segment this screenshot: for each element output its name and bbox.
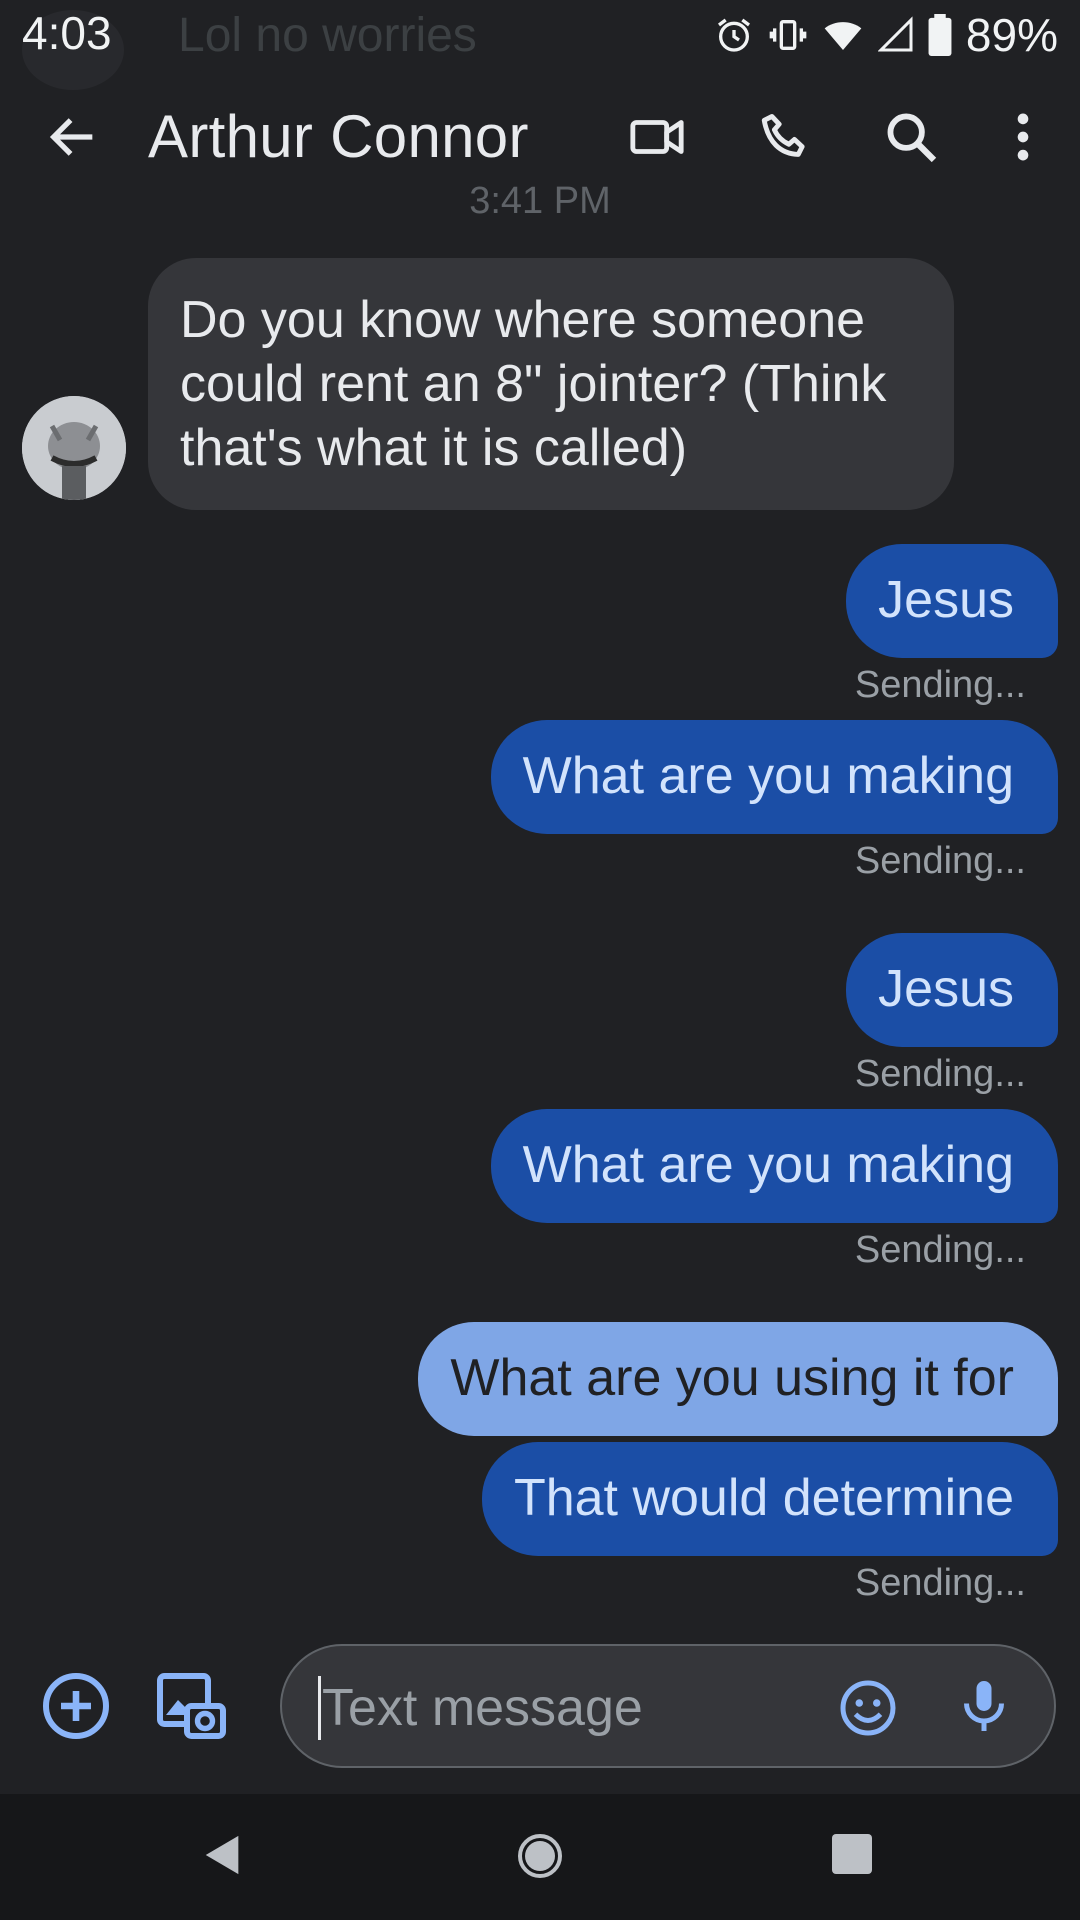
back-arrow-icon[interactable]: [44, 108, 102, 166]
message-input-placeholder: Text message: [322, 1679, 643, 1737]
message-timestamp: 3:41 PM: [469, 180, 611, 222]
emoji-icon[interactable]: [838, 1678, 898, 1738]
video-call-icon[interactable]: [628, 108, 686, 166]
nav-back-icon[interactable]: [200, 1832, 246, 1878]
status-bar: 4:03 Lol no worries 89%: [0, 0, 1080, 90]
contact-name[interactable]: Arthur Connor: [148, 102, 529, 171]
outgoing-message-bubble[interactable]: What are you making: [490, 1109, 1058, 1223]
message-status: Sending...: [854, 840, 1026, 882]
contact-avatar[interactable]: [22, 396, 126, 500]
battery-icon: [928, 14, 952, 56]
incoming-message-bubble[interactable]: Do you know where someone could rent an …: [148, 258, 954, 510]
alarm-icon: [717, 18, 750, 52]
outgoing-message-bubble[interactable]: Jesus: [846, 544, 1058, 658]
outgoing-message-bubble[interactable]: Jesus: [846, 933, 1058, 1047]
nav-recents-icon[interactable]: [832, 1834, 872, 1874]
message-status: Sending...: [854, 1229, 1026, 1271]
status-icons: 89%: [714, 8, 1058, 62]
system-nav-bar: [0, 1794, 1080, 1920]
notification-preview: Lol no worries: [178, 9, 477, 62]
mic-icon[interactable]: [954, 1676, 1014, 1736]
nav-home-icon[interactable]: [516, 1832, 564, 1880]
wifi-icon: [824, 22, 862, 50]
search-icon[interactable]: [882, 108, 940, 166]
compose-bar: Text message: [0, 1640, 1080, 1796]
more-options-icon[interactable]: [994, 108, 1052, 166]
vibrate-icon: [769, 20, 807, 50]
add-icon[interactable]: [40, 1670, 112, 1742]
phone-icon[interactable]: [756, 108, 814, 166]
outgoing-message-bubble[interactable]: What are you making: [490, 720, 1058, 834]
cell-signal-icon: [877, 16, 913, 52]
outgoing-message-bubble-selected[interactable]: What are you using it for: [418, 1322, 1058, 1436]
gallery-icon[interactable]: [154, 1670, 226, 1742]
status-time: 4:03: [22, 7, 112, 59]
message-input[interactable]: Text message: [280, 1644, 1056, 1768]
text-cursor: [318, 1676, 321, 1740]
battery-percent: 89%: [965, 9, 1058, 61]
message-status: Sending...: [854, 664, 1026, 706]
avatar-image: [22, 396, 126, 500]
outgoing-message-bubble[interactable]: That would determine: [481, 1442, 1058, 1556]
message-status: Sending...: [854, 1562, 1026, 1604]
message-status: Sending...: [854, 1053, 1026, 1095]
